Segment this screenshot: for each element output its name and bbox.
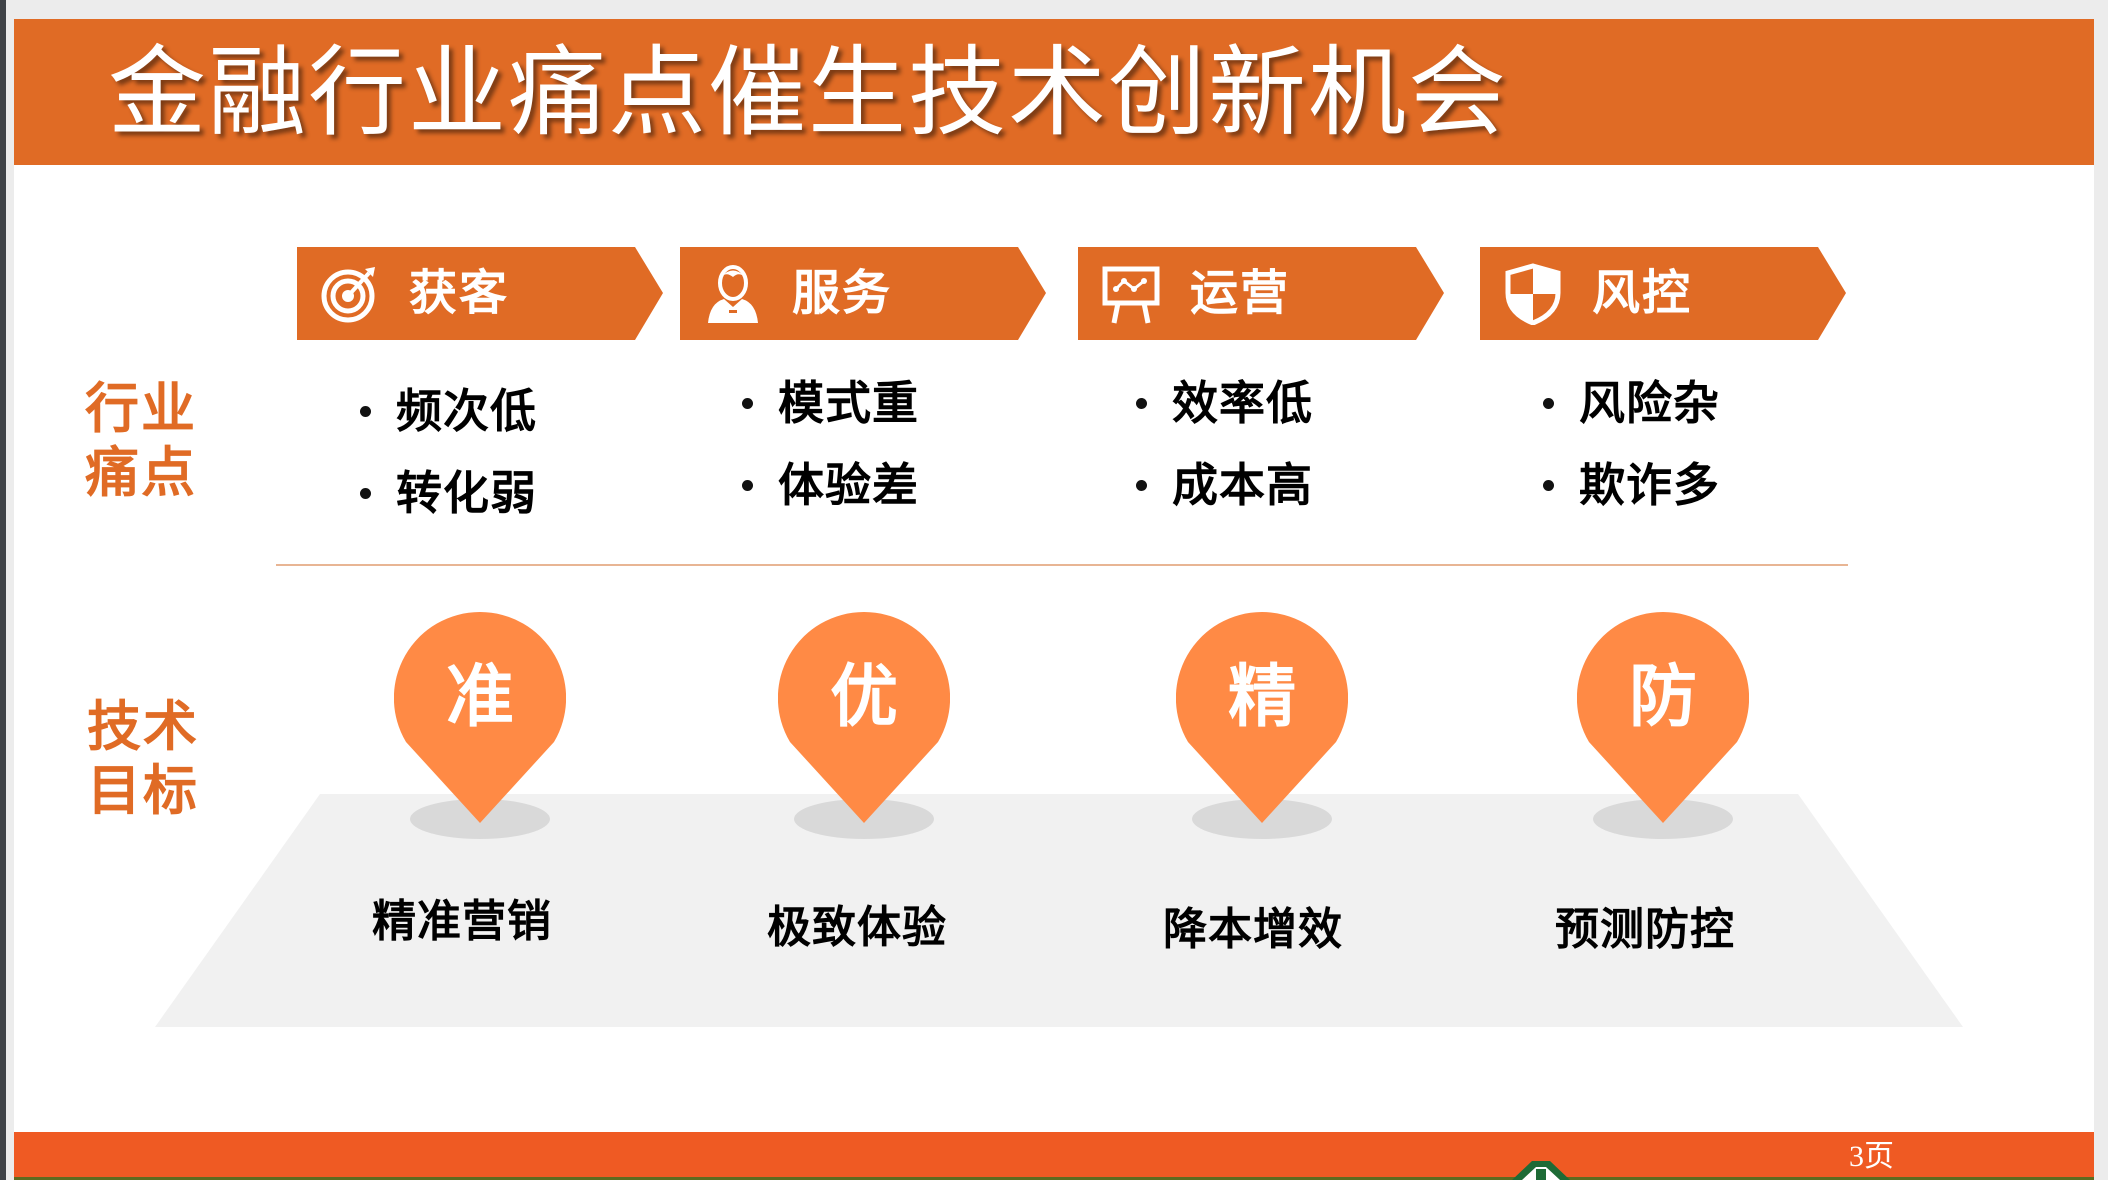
goal-label: 预测防控 [1555, 904, 1735, 955]
goal-label: 精准营销 [372, 896, 552, 947]
goal-pin-risk-control: 防 [1577, 612, 1749, 842]
slide: 金融行业痛点催生技术创新机会 获客 服务 运营 风控 行业 痛点 频次低 转化弱… [14, 19, 2094, 1180]
pin-char: 防 [1628, 658, 1697, 737]
pin-char: 优 [829, 658, 898, 737]
pin-char: 准 [445, 658, 514, 737]
goal-label: 极致体验 [767, 902, 947, 953]
goal-pin-acquisition: 准 [394, 612, 566, 842]
goal-platform [155, 794, 1963, 1027]
goal-pin-service: 优 [778, 612, 950, 842]
goal-label: 降本增效 [1163, 904, 1343, 955]
page-number: 3页 [1849, 1140, 1894, 1173]
footer-band [14, 1132, 2094, 1180]
window-left-edge [0, 0, 6, 1180]
pin-char: 精 [1227, 658, 1296, 737]
goal-pin-operations: 精 [1176, 612, 1348, 842]
company-logo-icon [1512, 1161, 1570, 1180]
